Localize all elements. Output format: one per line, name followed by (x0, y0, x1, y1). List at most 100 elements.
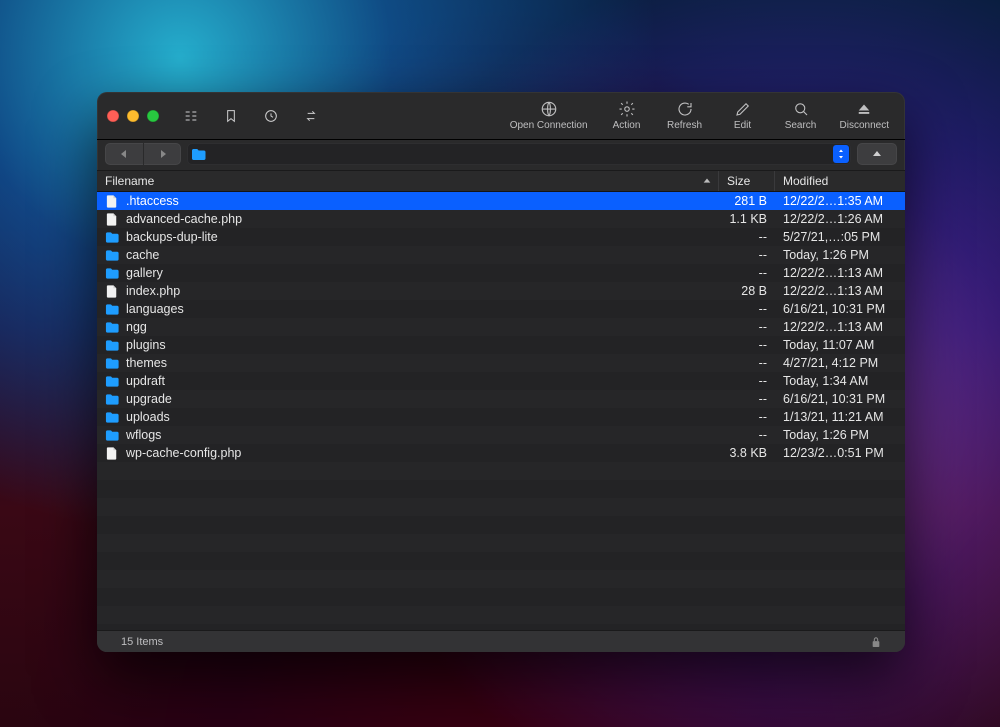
file-row-name-cell: cache (97, 246, 719, 264)
file-modified: 6/16/21, 10:31 PM (775, 300, 905, 318)
column-header-filename[interactable]: Filename (97, 171, 719, 191)
file-row[interactable]: plugins --Today, 11:07 AM (97, 336, 905, 354)
file-row-name-cell: backups-dup-lite (97, 228, 719, 246)
file-size: -- (719, 426, 775, 444)
file-row[interactable]: languages--6/16/21, 10:31 PM (97, 300, 905, 318)
open-connection-button[interactable]: Open Connection (504, 100, 594, 131)
file-row-name-cell: wp-cache-config.php (97, 444, 719, 462)
path-stepper[interactable] (833, 145, 849, 163)
empty-row (97, 516, 905, 534)
folder-icon (105, 428, 120, 442)
disconnect-button[interactable]: Disconnect (834, 100, 895, 131)
file-name: languages (126, 302, 184, 316)
folder-icon (105, 248, 120, 262)
file-size: -- (719, 354, 775, 372)
nav-row (97, 140, 905, 170)
file-row[interactable]: uploads--1/13/21, 11:21 AM (97, 408, 905, 426)
refresh-label: Refresh (667, 120, 702, 131)
file-row[interactable]: backups-dup-lite--5/27/21,…:05 PM (97, 228, 905, 246)
folder-icon (105, 374, 120, 388)
lock-icon (871, 636, 881, 648)
file-row-name-cell: .htaccess (97, 192, 719, 210)
file-row[interactable]: ngg--12/22/2…1:13 AM (97, 318, 905, 336)
file-row-name-cell: advanced-cache.php (97, 210, 719, 228)
file-row[interactable]: themes--4/27/21, 4:12 PM (97, 354, 905, 372)
path-dropdown[interactable] (187, 143, 851, 165)
file-list[interactable]: .htaccess281 B12/22/2…1:35 AMadvanced-ca… (97, 192, 905, 630)
empty-row (97, 534, 905, 552)
edit-button[interactable]: Edit (718, 100, 768, 131)
refresh-button[interactable]: Refresh (660, 100, 710, 131)
file-row[interactable]: wflogs--Today, 1:26 PM (97, 426, 905, 444)
file-size: -- (719, 372, 775, 390)
file-row[interactable]: cache--Today, 1:26 PM (97, 246, 905, 264)
file-modified: 5/27/21,…:05 PM (775, 228, 905, 246)
file-name: updraft (126, 374, 165, 388)
file-row[interactable]: advanced-cache.php1.1 KB12/22/2…1:26 AM (97, 210, 905, 228)
open-connection-label: Open Connection (510, 120, 588, 131)
file-modified: 12/23/2…0:51 PM (775, 444, 905, 462)
file-row[interactable]: updraft --Today, 1:34 AM (97, 372, 905, 390)
file-size: -- (719, 336, 775, 354)
search-button[interactable]: Search (776, 100, 826, 131)
file-name: plugins (126, 338, 166, 352)
gear-icon (618, 100, 636, 118)
file-modified: 12/22/2…1:13 AM (775, 318, 905, 336)
file-size: -- (719, 228, 775, 246)
file-modified: 12/22/2…1:13 AM (775, 282, 905, 300)
history-button[interactable] (255, 102, 287, 130)
file-size: 3.8 KB (719, 444, 775, 462)
window-controls (107, 110, 159, 122)
file-modified: Today, 1:34 AM (775, 372, 905, 390)
file-row-name-cell: ngg (97, 318, 719, 336)
file-row[interactable]: gallery--12/22/2…1:13 AM (97, 264, 905, 282)
file-row-name-cell: uploads (97, 408, 719, 426)
column-header-modified-label: Modified (783, 174, 828, 188)
file-row-name-cell: themes (97, 354, 719, 372)
file-row[interactable]: wp-cache-config.php3.8 KB12/23/2…0:51 PM (97, 444, 905, 462)
file-name: index.php (126, 284, 180, 298)
empty-row (97, 552, 905, 570)
go-up-button[interactable] (857, 143, 897, 165)
disconnect-label: Disconnect (840, 120, 889, 131)
outline-view-button[interactable] (175, 102, 207, 130)
file-modified: 6/16/21, 10:31 PM (775, 390, 905, 408)
bookmarks-button[interactable] (215, 102, 247, 130)
file-icon (105, 212, 120, 226)
refresh-icon (676, 100, 694, 118)
folder-icon (105, 320, 120, 334)
nav-forward-button[interactable] (143, 143, 181, 165)
pencil-icon (734, 100, 752, 118)
empty-row (97, 606, 905, 624)
file-size: 1.1 KB (719, 210, 775, 228)
zoom-window-button[interactable] (147, 110, 159, 122)
file-row[interactable]: index.php 28 B12/22/2…1:13 AM (97, 282, 905, 300)
close-window-button[interactable] (107, 110, 119, 122)
nav-back-button[interactable] (105, 143, 143, 165)
file-icon (105, 446, 120, 460)
sort-ascending-icon (702, 176, 712, 186)
transfers-button[interactable] (295, 102, 327, 130)
file-icon (105, 194, 120, 208)
file-modified: Today, 11:07 AM (775, 336, 905, 354)
minimize-window-button[interactable] (127, 110, 139, 122)
globe-icon (540, 100, 558, 118)
file-size: -- (719, 246, 775, 264)
file-row-name-cell: index.php (97, 282, 719, 300)
file-size: 28 B (719, 282, 775, 300)
file-modified: 4/27/21, 4:12 PM (775, 354, 905, 372)
column-header: Filename Size Modified (97, 170, 905, 192)
file-name: wflogs (126, 428, 161, 442)
file-modified: 12/22/2…1:13 AM (775, 264, 905, 282)
column-header-size[interactable]: Size (719, 171, 775, 191)
file-row-name-cell: wflogs (97, 426, 719, 444)
empty-row (97, 588, 905, 606)
folder-icon (105, 302, 120, 316)
action-button[interactable]: Action (602, 100, 652, 131)
column-header-modified[interactable]: Modified (775, 171, 905, 191)
search-label: Search (785, 120, 817, 131)
folder-icon (105, 338, 120, 352)
file-row[interactable]: .htaccess281 B12/22/2…1:35 AM (97, 192, 905, 210)
file-row[interactable]: upgrade--6/16/21, 10:31 PM (97, 390, 905, 408)
file-modified: 1/13/21, 11:21 AM (775, 408, 905, 426)
